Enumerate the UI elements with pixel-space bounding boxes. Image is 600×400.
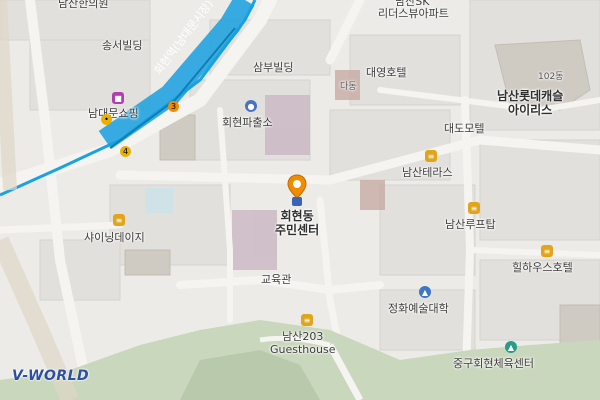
- label-hoehyeon-community-center[interactable]: 회현동 주민센터: [275, 209, 320, 238]
- police-badge-icon[interactable]: ●: [245, 100, 257, 112]
- label-community-center-line1: 회현동: [280, 209, 314, 223]
- label-namsan-terrace[interactable]: 남산테라스: [402, 166, 453, 180]
- label-hoehyeon-police[interactable]: 회현파출소: [222, 116, 273, 130]
- graduation-cap-icon[interactable]: ▲: [419, 286, 431, 298]
- label-dadong: 다동: [340, 82, 357, 92]
- label-daeyoung-hotel[interactable]: 대영호텔: [366, 66, 406, 80]
- vworld-logo: V-WORLD: [12, 368, 90, 384]
- map-canvas[interactable]: 회현역(남대문시장) 남산한의원 남산SK 리더스뷰아파트 송서빌딩 삼부빌딩 …: [0, 0, 600, 400]
- label-community-center-line2: 주민센터: [275, 222, 320, 237]
- label-daedo-motel[interactable]: 대도모텔: [444, 122, 484, 136]
- hotel-icon[interactable]: ≡: [301, 314, 313, 326]
- label-education-hall[interactable]: 교육관: [261, 273, 291, 287]
- subway-exit-4-icon[interactable]: 4: [120, 146, 131, 157]
- shopping-bag-icon[interactable]: ■: [112, 92, 124, 104]
- label-junggu-gym[interactable]: 중구회현체육센터: [453, 357, 534, 371]
- label-junghwa-arts-college[interactable]: 정화예술대학: [388, 302, 449, 316]
- hotel-icon[interactable]: ≡: [541, 245, 553, 257]
- hotel-icon[interactable]: ≡: [113, 214, 125, 226]
- label-namsan-hanuiwon[interactable]: 남산한의원: [58, 0, 109, 11]
- label-namsan-lotte-castle[interactable]: 남산롯데캐슬 아이리스: [497, 89, 564, 118]
- label-namsan203-guesthouse[interactable]: 남산203 Guesthouse: [270, 330, 336, 356]
- subway-entrance-icon[interactable]: •: [101, 114, 112, 125]
- location-pin-icon[interactable]: [286, 174, 308, 206]
- label-namsan203-line1: 남산203: [282, 330, 324, 343]
- label-songseo-building[interactable]: 송서빌딩: [102, 39, 142, 53]
- label-namsan-lotte-castle-line1: 남산롯데캐슬: [497, 89, 564, 103]
- label-sambu-building[interactable]: 삼부빌딩: [253, 61, 293, 75]
- label-shining-daisy[interactable]: 샤이닝데이지: [84, 231, 145, 245]
- label-building-102: 102동: [538, 72, 564, 82]
- label-leaders-view-apt[interactable]: 리더스뷰아파트: [378, 7, 449, 21]
- label-namsan203-line2: Guesthouse: [270, 342, 336, 356]
- label-hillhouse-hotel[interactable]: 힐하우스호텔: [512, 261, 573, 275]
- label-namsan-lotte-castle-line2: 아이리스: [508, 102, 553, 117]
- sports-center-icon[interactable]: ▲: [505, 341, 517, 353]
- label-namdaemun-shopping[interactable]: 남대문쇼핑: [88, 107, 139, 121]
- label-namsan-roof-top[interactable]: 남산루프탑: [445, 218, 496, 232]
- hotel-icon[interactable]: ≡: [425, 150, 437, 162]
- subway-exit-3-icon[interactable]: 3: [168, 101, 179, 112]
- hotel-icon[interactable]: ≡: [468, 202, 480, 214]
